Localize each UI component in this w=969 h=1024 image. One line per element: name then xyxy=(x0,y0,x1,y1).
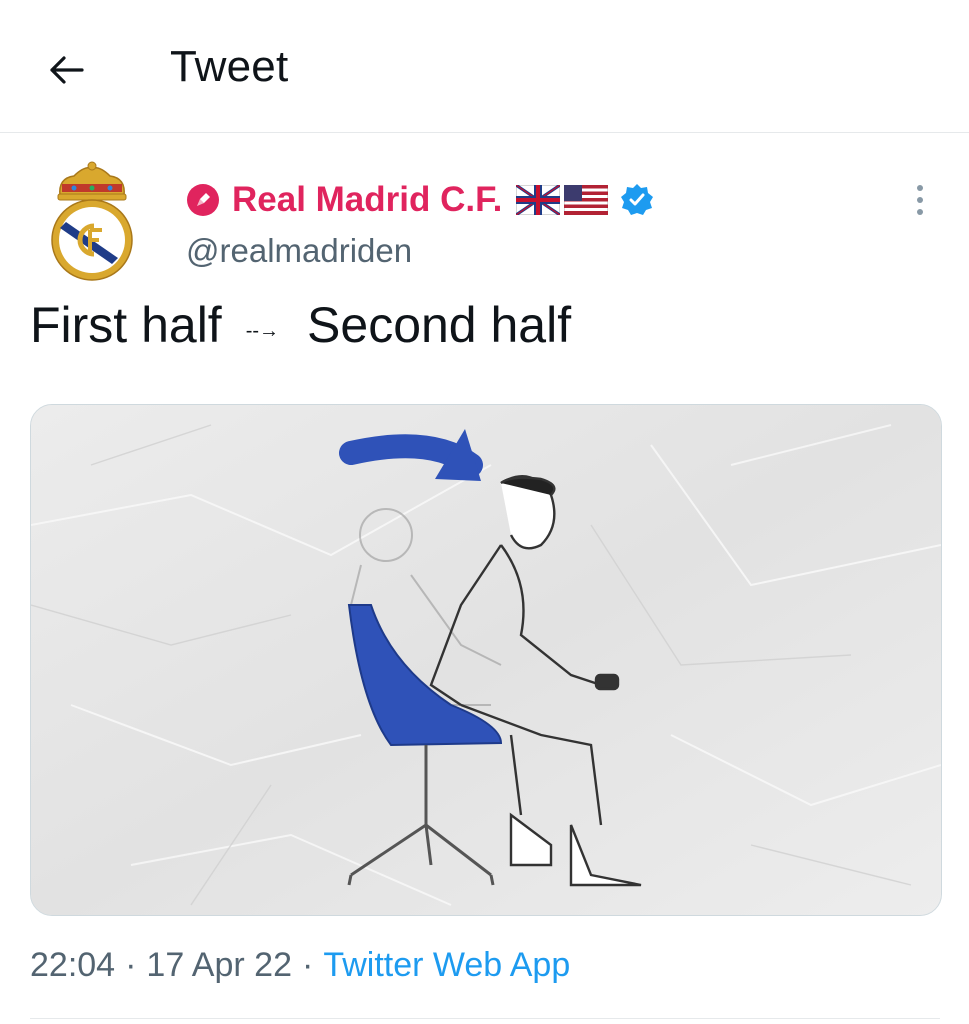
tweet-text-second: Second half xyxy=(307,297,572,353)
tweet-source-link[interactable]: Twitter Web App xyxy=(323,946,570,984)
verified-badge-icon xyxy=(621,184,654,215)
tweet-text: First half --→ Second half xyxy=(30,296,571,354)
back-arrow-icon xyxy=(50,56,84,84)
author-name[interactable]: Real Madrid C.F. xyxy=(232,180,502,220)
real-madrid-crest-icon xyxy=(51,161,133,281)
divider xyxy=(30,1018,940,1019)
meta-separator: · xyxy=(301,946,314,984)
page-title: Tweet xyxy=(170,42,289,91)
tweet-media-image[interactable] xyxy=(30,404,942,916)
more-vertical-icon xyxy=(917,185,923,215)
uk-flag-icon xyxy=(516,185,561,215)
tweet-date[interactable]: 17 Apr 22 xyxy=(146,946,292,984)
more-options-button[interactable] xyxy=(900,178,940,222)
brand-badge-icon xyxy=(187,184,219,216)
back-button[interactable] xyxy=(40,44,92,96)
top-bar: Tweet xyxy=(0,0,969,133)
author-block[interactable]: Real Madrid C.F. xyxy=(186,176,654,224)
us-flag-icon xyxy=(564,185,609,215)
tweet-text-first: First half xyxy=(30,297,222,353)
chair-illustration-icon xyxy=(31,405,941,915)
tweet-text-arrow: --→ xyxy=(245,319,280,342)
tweet-meta: 22:04 · 17 Apr 22 · Twitter Web App xyxy=(30,946,570,985)
tweet-time[interactable]: 22:04 xyxy=(30,946,115,984)
avatar[interactable] xyxy=(44,160,140,284)
author-handle[interactable]: @realmadriden xyxy=(186,232,412,270)
meta-separator: · xyxy=(125,946,137,984)
